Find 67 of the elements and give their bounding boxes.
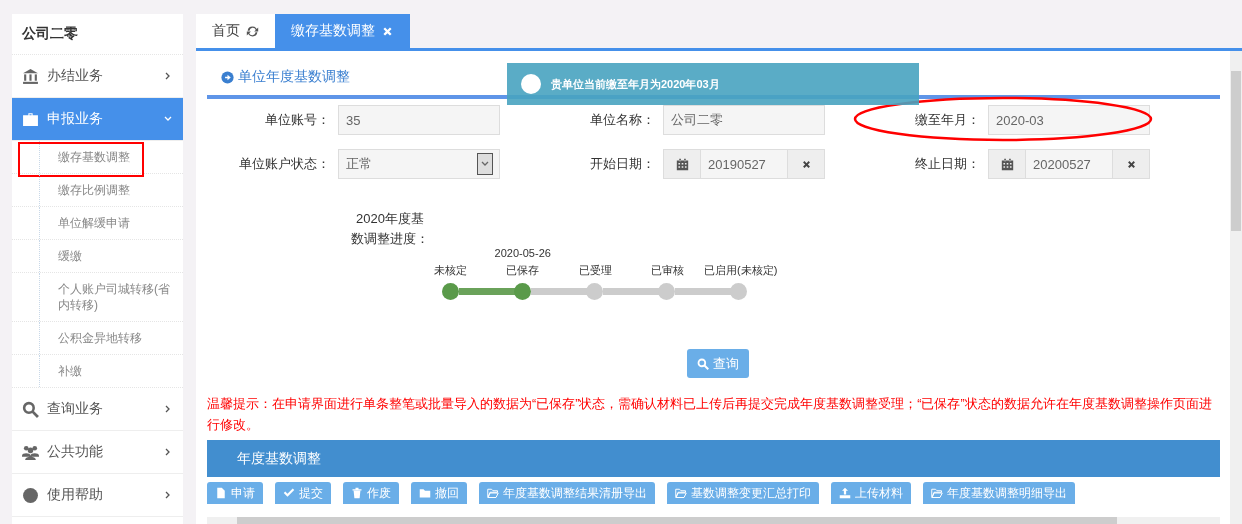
step-label: 未核定 — [433, 264, 467, 276]
horizontal-scrollbar[interactable] — [207, 517, 1220, 524]
search-icon — [697, 357, 709, 370]
vertical-scrollbar[interactable] — [1230, 51, 1242, 524]
sidebar-subitem[interactable]: 缴存基数调整 — [12, 141, 183, 174]
check-icon — [283, 487, 295, 499]
action-button[interactable]: 基数调整变更汇总打印 — [667, 482, 819, 504]
action-button[interactable]: 提交 — [275, 482, 331, 504]
action-button[interactable]: 上传材料 — [831, 482, 911, 504]
file-icon — [215, 487, 227, 499]
text-field[interactable]: 2020-03 — [988, 105, 1150, 135]
sidebar-subitem[interactable]: 缴存比例调整 — [12, 174, 183, 207]
action-button[interactable]: 年度基数调整结果清册导出 — [479, 482, 655, 504]
trash-icon — [351, 487, 363, 499]
calendar-icon — [675, 157, 689, 171]
calendar-icon — [1000, 157, 1014, 171]
field-label: 缴至年月： — [833, 111, 980, 129]
field-label: 单位账户状态： — [238, 155, 330, 173]
sidebar-subitem[interactable]: 补缴 — [12, 355, 183, 388]
sidebar-item[interactable]: 申报业务 — [12, 98, 183, 141]
step-label: 已启用(未核定) — [704, 264, 778, 276]
folder-open-icon — [931, 487, 943, 499]
sidebar-subitem[interactable]: 公积金异地转移 — [12, 322, 183, 355]
grid-title: 年度基数调整 — [207, 440, 1220, 477]
action-button[interactable]: 作废 — [343, 482, 399, 504]
section-title: 单位年度基数调整 — [238, 68, 350, 86]
refresh-icon — [246, 24, 259, 38]
step-label: 已保存 — [506, 264, 540, 276]
sidebar-subitem[interactable]: 个人账户司城转移(省内转移) — [12, 273, 183, 322]
progress-label: 2020年度基数调整进度： — [350, 210, 430, 248]
query-button[interactable]: 查询 — [687, 349, 749, 378]
bank-icon — [22, 67, 39, 85]
action-button[interactable]: 年度基数调整明细导出 — [923, 482, 1075, 504]
sidebar-subitem[interactable]: 单位解缓申请 — [12, 207, 183, 240]
tab[interactable]: 首页 — [196, 14, 275, 48]
arrow-circle-icon — [221, 70, 234, 84]
date-field[interactable]: 20190527 — [663, 149, 825, 179]
briefcase-icon — [22, 110, 39, 128]
action-button[interactable]: 撤回 — [411, 482, 467, 504]
search-icon — [22, 400, 39, 418]
step-date: 2020-05-26 — [494, 247, 551, 259]
close-icon — [1125, 158, 1137, 170]
text-field[interactable]: 35 — [338, 105, 500, 135]
sidebar-item[interactable]: 使用帮助 — [12, 474, 183, 517]
folder-open-icon — [675, 487, 687, 499]
warning-text: 温馨提示：在申请界面进行单条整笔或批量导入的数据为“已保存”状态，需确认材料已上传后再提交完成年度基数调整受理；“已保存”状态的数据允许在年度基数调整操作页面进行修改。 — [207, 396, 1213, 434]
sidebar-item[interactable]: 公共功能 — [12, 431, 183, 474]
field-label: 单位名称： — [589, 111, 655, 129]
step-label: 已审核 — [651, 264, 685, 276]
date-field[interactable]: 20200527 — [988, 149, 1150, 179]
field-label: 终止日期： — [914, 155, 980, 173]
toast-message: 贵单位当前缴至年月为2020年03月 — [551, 76, 720, 92]
sidebar-subitem[interactable]: 缓缴 — [12, 240, 183, 273]
text-field[interactable]: 公司二零 — [663, 105, 825, 135]
step-label: 已受理 — [578, 264, 612, 276]
folder-icon — [419, 487, 431, 499]
company-name: 公司二零 — [12, 14, 183, 55]
field-label: 开始日期： — [589, 155, 655, 173]
field-label: 单位账号： — [264, 111, 330, 129]
tab[interactable]: 缴存基数调整 — [275, 14, 410, 48]
upload-icon — [839, 487, 851, 499]
users-icon — [22, 443, 39, 461]
sidebar-item[interactable]: 查询业务 — [12, 388, 183, 431]
select-field[interactable]: 正常 — [338, 149, 500, 179]
action-button[interactable]: 申请 — [207, 482, 263, 504]
close-icon — [800, 158, 812, 170]
folder-open-icon — [487, 487, 499, 499]
